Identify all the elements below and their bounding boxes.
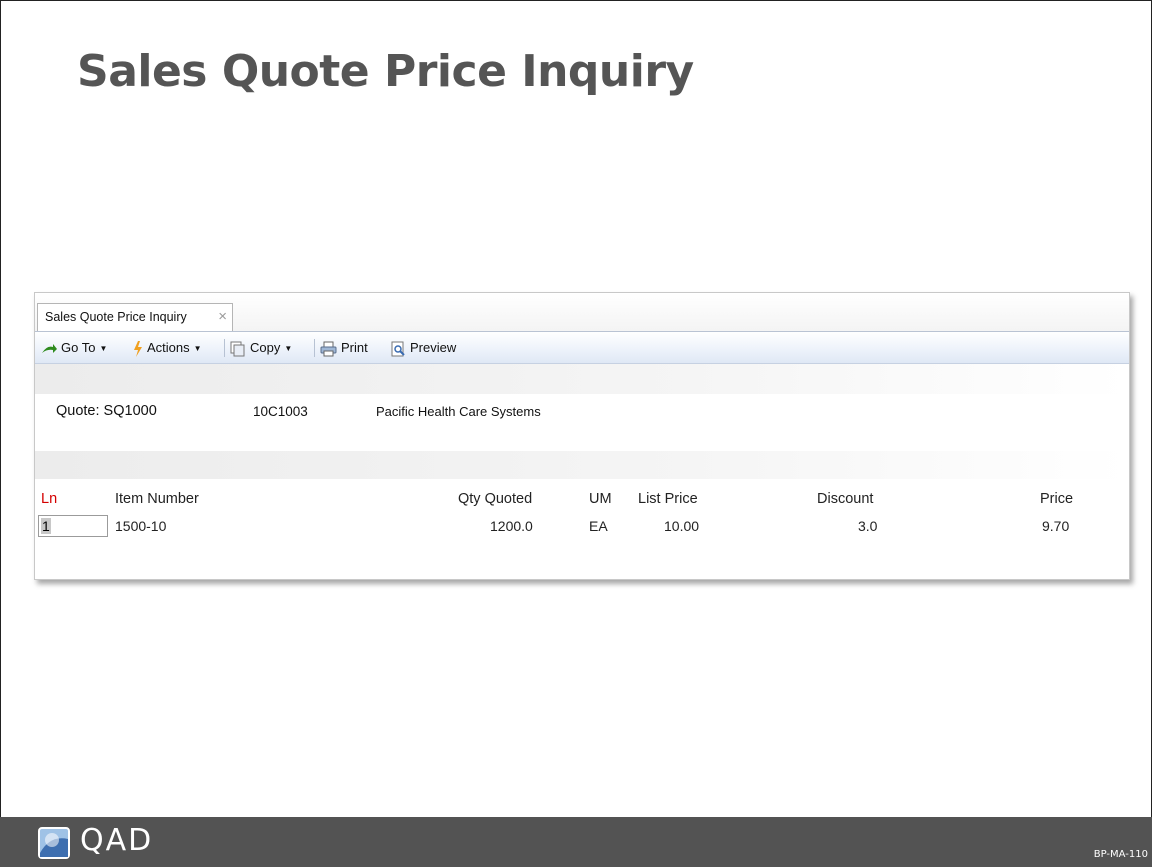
column-header-discount: Discount — [817, 491, 874, 507]
row-um: EA — [589, 518, 608, 534]
detail-band — [35, 451, 1129, 479]
customer-code: 10C1003 — [253, 404, 308, 419]
ln-value: 1 — [41, 518, 51, 534]
arrow-right-icon — [42, 343, 57, 353]
slide-code: BP-MA-110 — [1093, 849, 1148, 860]
row-price: 9.70 — [1042, 518, 1070, 534]
tab-label: Sales Quote Price Inquiry — [45, 310, 187, 324]
copy-button[interactable]: Copy ▼ — [230, 339, 292, 357]
goto-button[interactable]: Go To ▼ — [41, 339, 107, 357]
slide-footer: QAD BP-MA-110 — [0, 817, 1152, 867]
copy-icon — [230, 341, 245, 357]
goto-label: Go To — [61, 340, 96, 355]
actions-button[interactable]: Actions ▼ — [133, 339, 202, 357]
row-list-price: 10.00 — [664, 518, 700, 534]
tab-strip: Sales Quote Price Inquiry × — [35, 293, 1129, 332]
header-band — [35, 364, 1129, 394]
customer-name: Pacific Health Care Systems — [376, 404, 541, 419]
copy-label: Copy — [250, 340, 281, 355]
actions-label: Actions — [147, 340, 190, 355]
lightning-icon — [134, 340, 142, 357]
row-item-number: 1500-10 — [115, 518, 167, 534]
toolbar-divider — [314, 339, 315, 357]
quote-number: Quote: SQ1000 — [56, 403, 157, 419]
preview-icon — [391, 341, 405, 357]
row-discount: 3.0 — [858, 518, 878, 534]
print-label: Print — [341, 340, 368, 355]
column-header-ln: Ln — [41, 491, 58, 507]
column-header-item-number: Item Number — [115, 491, 199, 507]
column-header-um: UM — [589, 491, 612, 507]
preview-label: Preview — [410, 340, 457, 355]
column-header-qty-quoted: Qty Quoted — [458, 491, 533, 507]
printer-icon — [320, 341, 337, 357]
toolbar-divider — [224, 339, 225, 357]
chevron-down-icon: ▼ — [284, 344, 293, 353]
print-button[interactable]: Print — [320, 339, 368, 357]
ln-field[interactable]: 1 — [38, 515, 108, 537]
chevron-down-icon: ▼ — [99, 344, 108, 353]
close-icon[interactable]: × — [218, 308, 227, 325]
tab-sales-quote-price-inquiry[interactable]: Sales Quote Price Inquiry × — [37, 303, 233, 331]
preview-button[interactable]: Preview — [390, 339, 456, 357]
row-qty-quoted: 1200.0 — [490, 518, 533, 534]
slide-title: Sales Quote Price Inquiry — [77, 46, 694, 97]
qad-logo-text: QAD — [80, 823, 154, 858]
column-header-list-price: List Price — [638, 491, 698, 507]
qad-logo-icon — [38, 827, 70, 859]
chevron-down-icon: ▼ — [193, 344, 202, 353]
toolbar: Go To ▼ Actions ▼ Copy ▼ Print Preview — [35, 332, 1129, 364]
column-header-price: Price — [1040, 491, 1074, 507]
inquiry-window: Sales Quote Price Inquiry × Go To ▼ Actio… — [34, 292, 1130, 580]
